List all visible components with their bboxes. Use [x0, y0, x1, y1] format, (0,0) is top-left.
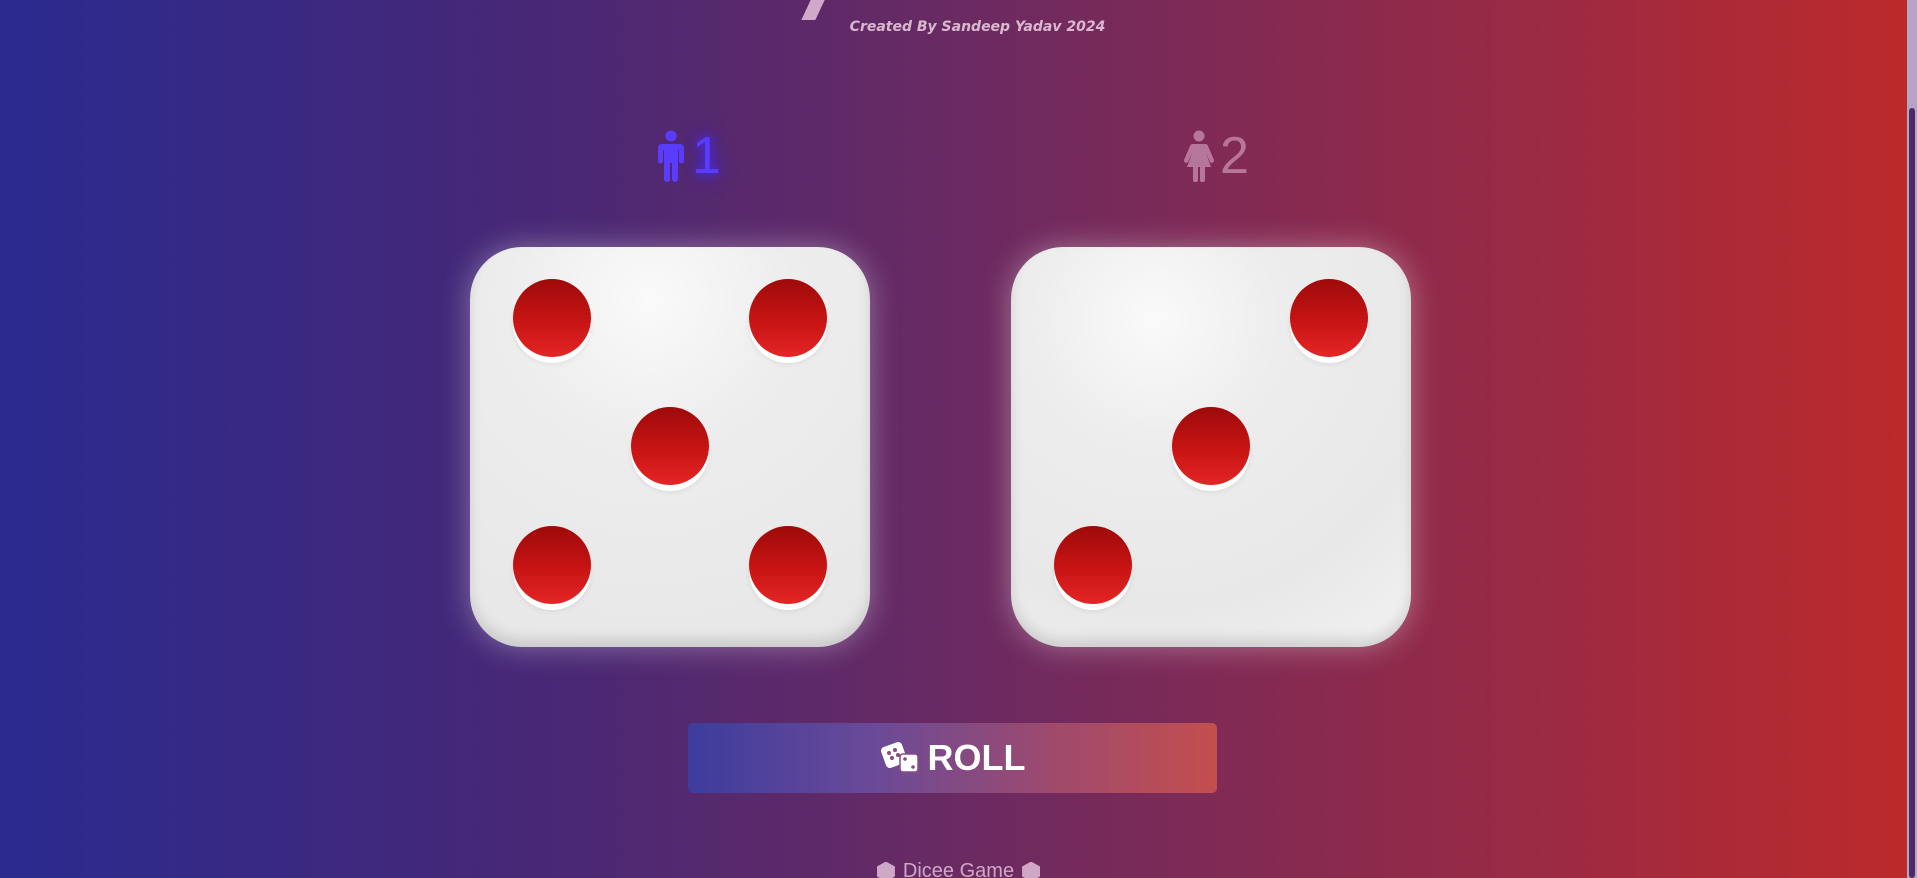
die-pip [1290, 279, 1368, 357]
credit-text: Created By Sandeep Yadav 2024 [849, 19, 1106, 35]
player-2-die [1011, 247, 1411, 647]
male-person-icon [654, 130, 688, 182]
footer-label: Dicee Game [902, 860, 1015, 878]
player-1-die [470, 247, 870, 647]
die-pip [513, 526, 591, 604]
die-pip [631, 407, 709, 485]
die-pip [1172, 407, 1250, 485]
player-2-indicator: 2 [1182, 126, 1249, 186]
female-person-icon [1182, 130, 1216, 182]
player-1-number: 1 [692, 127, 721, 185]
die-pip [1054, 526, 1132, 604]
scrollbar[interactable] [1907, 0, 1917, 878]
player-1-indicator: 1 [654, 126, 721, 186]
roll-button[interactable]: ROLL [688, 723, 1217, 793]
hexagon-icon [1022, 861, 1041, 878]
dice-icon [880, 741, 920, 775]
decorative-slash [801, 0, 825, 20]
die-pip [749, 279, 827, 357]
player-2-number: 2 [1220, 127, 1249, 185]
hexagon-icon [876, 861, 895, 878]
footer: Dicee Game [0, 860, 1917, 878]
die-pip [513, 279, 591, 357]
scrollbar-thumb[interactable] [1909, 108, 1915, 878]
die-pip [749, 526, 827, 604]
roll-button-label: ROLL [927, 737, 1026, 778]
